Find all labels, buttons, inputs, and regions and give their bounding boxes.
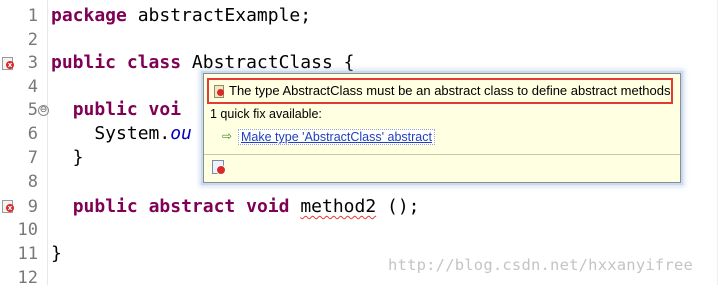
- code-text: ();: [376, 196, 420, 217]
- code-line-1: package abstractExample;: [51, 4, 311, 28]
- keyword: public: [72, 99, 138, 120]
- code-line-6: System.ou: [51, 122, 192, 146]
- keyword: voi: [137, 99, 182, 120]
- quick-fix-arrow-icon: ⇨: [222, 129, 233, 143]
- error-marker-icon[interactable]: x: [2, 200, 14, 213]
- line-number: 1: [27, 6, 38, 26]
- gutter-divider: [47, 0, 48, 285]
- line-number: 12: [17, 268, 38, 288]
- line-number: 5: [27, 100, 38, 120]
- problem-message-highlight: The type AbstractClass must be an abstra…: [207, 78, 673, 104]
- line-number: 10: [17, 220, 38, 240]
- panel-divider: [204, 154, 680, 155]
- code-line-9: public abstract void method2 ();: [51, 195, 420, 219]
- quick-fix-tool-icon[interactable]: [212, 160, 226, 175]
- code-line-5: public voi: [51, 98, 181, 122]
- code-line-11: }: [51, 242, 62, 266]
- watermark: http://blog.csdn.net/hxxanyifree: [388, 256, 694, 274]
- field-reference: ou: [170, 123, 192, 144]
- line-number: 3: [27, 53, 38, 73]
- code-text: }: [51, 243, 62, 264]
- keyword: abstract: [148, 196, 236, 217]
- line-number: 9: [27, 197, 38, 217]
- problem-hover-panel: The type AbstractClass must be an abstra…: [203, 73, 681, 183]
- quick-fix-link[interactable]: Make type 'AbstractClass' abstract: [238, 129, 435, 145]
- keyword: public: [72, 196, 138, 217]
- line-number: 11: [17, 244, 38, 264]
- code-text: AbstractClass {: [181, 52, 355, 73]
- line-number: 4: [27, 77, 38, 97]
- code-text: System.: [51, 123, 171, 144]
- error-method-name[interactable]: method2: [300, 196, 376, 217]
- code-text: abstractExample;: [126, 5, 312, 26]
- error-marker-icon[interactable]: x: [2, 57, 14, 70]
- fold-collapse-icon[interactable]: ⊖: [38, 105, 49, 116]
- line-number: 7: [27, 148, 38, 168]
- keyword: package: [51, 5, 127, 26]
- code-line-3: public class AbstractClass {: [51, 51, 354, 75]
- problem-message: The type AbstractClass must be an abstra…: [229, 83, 671, 98]
- line-number: 2: [27, 30, 38, 50]
- line-number: 8: [27, 172, 38, 192]
- keyword: public: [51, 52, 117, 73]
- keyword: void: [246, 196, 290, 217]
- line-number: 6: [27, 124, 38, 144]
- code-line-7: }: [51, 146, 84, 170]
- code-text: }: [51, 147, 84, 168]
- keyword: class: [126, 52, 182, 73]
- quick-fix-count: 1 quick fix available:: [210, 107, 322, 121]
- error-icon: [214, 85, 225, 98]
